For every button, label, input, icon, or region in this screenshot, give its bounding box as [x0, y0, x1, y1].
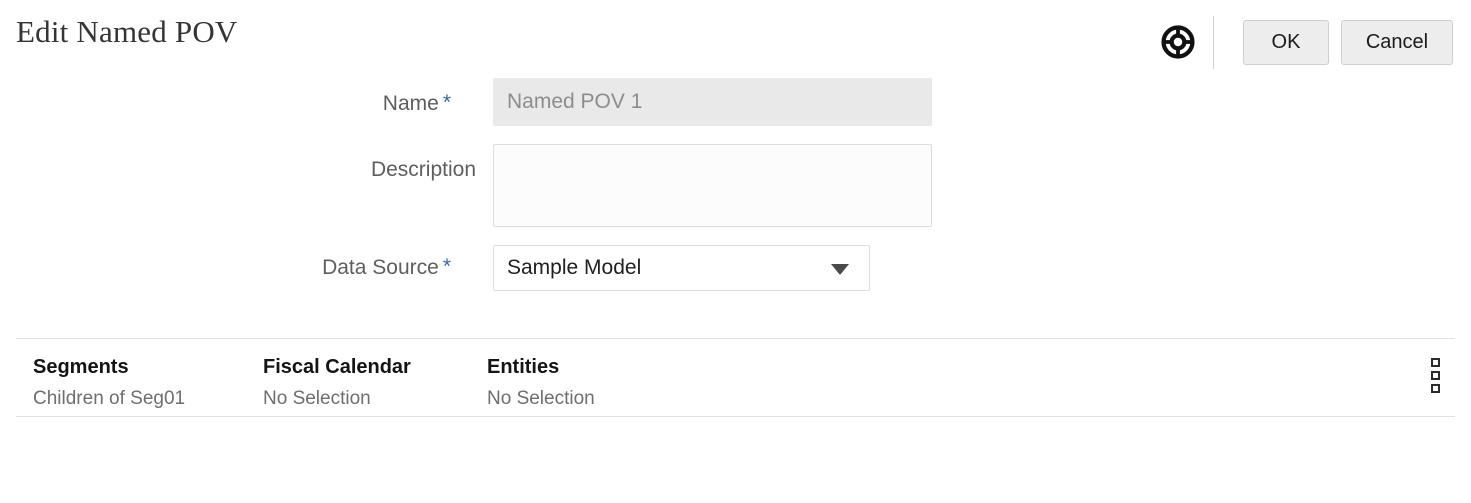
name-label-text: Name — [382, 92, 439, 115]
kebab-dot — [1430, 384, 1440, 393]
fiscal-calendar-column[interactable]: Fiscal Calendar No Selection — [263, 356, 411, 410]
description-input[interactable] — [493, 144, 932, 227]
column-header: Entities — [487, 356, 560, 378]
dialog-header: Edit Named POV OK Cancel — [0, 0, 1471, 78]
name-input[interactable] — [493, 78, 932, 126]
column-value: No Selection — [263, 388, 371, 409]
data-source-required-asterisk: * — [442, 255, 451, 278]
table-row[interactable]: Segments Children of Seg01 Fiscal Calend… — [16, 339, 1455, 416]
kebab-dot — [1430, 358, 1440, 367]
column-value: Children of Seg01 — [33, 388, 186, 409]
data-source-field-label: Data Source * — [181, 256, 451, 280]
data-source-selected-value: Sample Model — [507, 256, 642, 279]
segments-column[interactable]: Segments Children of Seg01 — [33, 356, 185, 410]
chevron-down-icon — [831, 264, 849, 275]
entities-column[interactable]: Entities No Selection — [487, 356, 595, 410]
column-header: Fiscal Calendar — [263, 356, 411, 378]
column-value: No Selection — [487, 388, 595, 409]
header-actions: OK Cancel — [1161, 15, 1453, 69]
cancel-button[interactable]: Cancel — [1341, 19, 1453, 65]
page-title: Edit Named POV — [16, 14, 238, 49]
life-ring-help-icon[interactable] — [1161, 25, 1195, 59]
description-field-label: Description — [181, 158, 476, 182]
data-source-label-text: Data Source — [322, 256, 439, 279]
name-field-label: Name * — [181, 92, 451, 116]
description-label-text: Description — [370, 158, 476, 181]
kebab-menu-icon[interactable] — [1424, 353, 1446, 403]
data-source-select[interactable]: Sample Model — [493, 245, 870, 291]
name-required-asterisk: * — [442, 91, 451, 114]
ok-button[interactable]: OK — [1243, 19, 1329, 65]
kebab-dot — [1430, 371, 1440, 380]
header-divider — [1213, 15, 1214, 69]
column-header: Segments — [33, 356, 129, 378]
segments-table: Segments Children of Seg01 Fiscal Calend… — [16, 338, 1455, 417]
